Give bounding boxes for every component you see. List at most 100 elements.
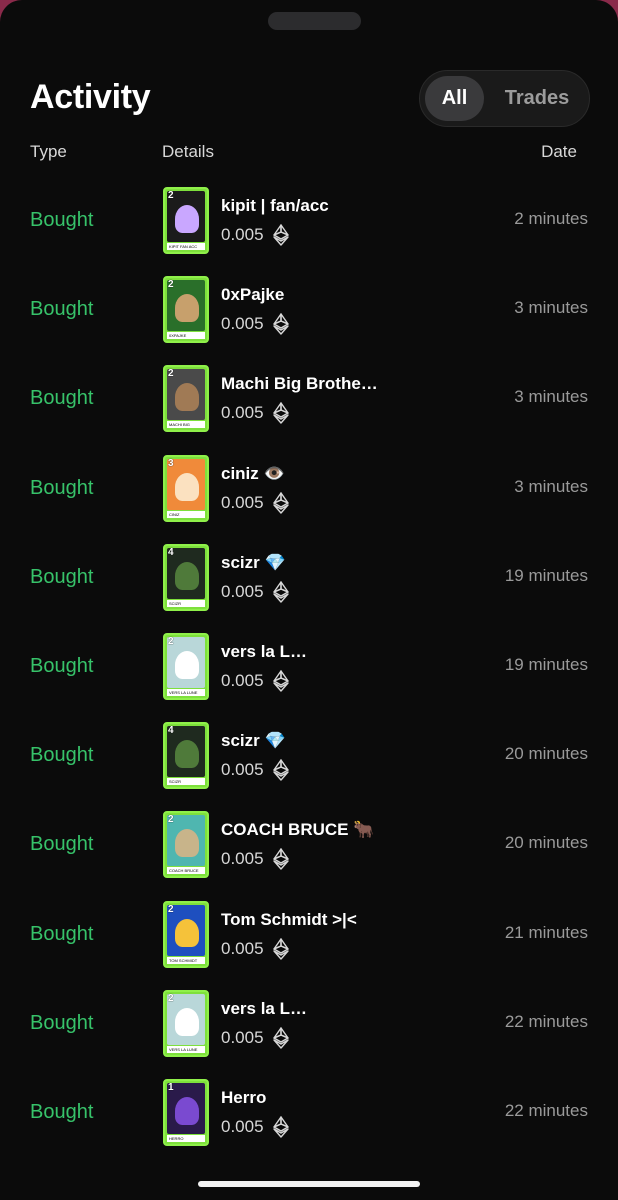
activity-date: 21 minutes: [504, 922, 588, 942]
column-header-date: Date: [541, 142, 577, 161]
card-level: 1: [168, 1081, 174, 1093]
ethereum-icon: [272, 224, 289, 246]
user-name[interactable]: vers la L…: [221, 642, 307, 662]
avatar-card[interactable]: 2 COACH BRUCE: [163, 811, 209, 879]
home-indicator[interactable]: [198, 1181, 420, 1187]
card-level: 2: [168, 190, 174, 201]
page-title: Activity: [30, 78, 151, 116]
avatar-figure: [175, 1096, 199, 1125]
user-name[interactable]: 0xPajke: [221, 285, 284, 305]
card-level: 2: [168, 635, 174, 647]
activity-row[interactable]: Bought 2 VERS LA LUNE vers la L… 0.005 2…: [0, 983, 618, 1072]
avatar-figure: [175, 918, 199, 947]
card-level: 2: [168, 903, 174, 915]
activity-sheet: Activity All Trades Type Details Date Bo…: [0, 0, 618, 1200]
price: 0.005: [221, 402, 290, 425]
ethereum-icon: [272, 670, 289, 692]
avatar-card[interactable]: 3 CINIZ: [163, 454, 209, 522]
activity-type: Bought: [30, 565, 94, 588]
card-label: MACHI BIG BROTHER: [167, 421, 205, 429]
activity-date: 19 minutes: [504, 565, 588, 585]
avatar-figure: [175, 205, 199, 233]
price-value: 0.005: [221, 492, 264, 512]
avatar-card[interactable]: 2 VERS LA LUNE: [163, 989, 209, 1057]
activity-row[interactable]: Bought 2 COACH BRUCE COACH BRUCE 🐂 0.005…: [0, 804, 618, 893]
price-value: 0.005: [221, 938, 264, 958]
user-name[interactable]: ciniz 👁️: [221, 464, 285, 484]
activity-date: 3 minutes: [514, 298, 588, 318]
filter-all-button[interactable]: All: [425, 76, 484, 121]
avatar-card[interactable]: 2 VERS LA LUNE: [163, 632, 209, 700]
activity-type: Bought: [30, 922, 94, 945]
activity-row[interactable]: Bought 1 HERRO Herro 0.005 22 minutes: [0, 1072, 618, 1161]
activity-type: Bought: [30, 1011, 94, 1034]
card-label: HERRO: [167, 1134, 205, 1142]
avatar-card[interactable]: 2 0XPAJKE: [163, 276, 209, 344]
activity-date: 2 minutes: [514, 209, 588, 228]
activity-row[interactable]: Bought 4 SCIZR scizr 💎 0.005 20 minutes: [0, 715, 618, 804]
price-value: 0.005: [221, 849, 264, 869]
avatar-card[interactable]: 2 KIPIT FAN ACC: [163, 187, 209, 254]
activity-row[interactable]: Bought 2 TOM SCHMIDT Tom Schmidt >|< 0.0…: [0, 894, 618, 983]
price: 0.005: [221, 581, 290, 603]
activity-type: Bought: [30, 654, 94, 677]
ethereum-icon: [272, 848, 289, 871]
user-name[interactable]: scizr 💎: [221, 553, 286, 573]
sheet-grabber[interactable]: [268, 12, 361, 30]
avatar-figure: [175, 740, 199, 769]
avatar-figure: [175, 294, 199, 323]
avatar-card[interactable]: 2 MACHI BIG BROTHER: [163, 365, 209, 433]
activity-type: Bought: [30, 298, 94, 321]
ethereum-icon: [272, 1026, 289, 1049]
price-value: 0.005: [221, 1116, 264, 1136]
card-label: TOM SCHMIDT: [167, 956, 205, 964]
user-name[interactable]: Tom Schmidt >|<: [221, 910, 357, 930]
avatar-figure: [175, 1007, 199, 1036]
user-name[interactable]: Herro: [221, 1088, 266, 1108]
card-level: 4: [168, 546, 174, 558]
activity-row[interactable]: Bought 2 KIPIT FAN ACC kipit | fan/acc 0…: [0, 180, 618, 269]
activity-date: 20 minutes: [504, 744, 588, 764]
price: 0.005: [221, 848, 290, 871]
activity-row[interactable]: Bought 3 CINIZ ciniz 👁️ 0.005 3 minutes: [0, 448, 618, 537]
price: 0.005: [221, 491, 290, 514]
activity-list: Bought 2 KIPIT FAN ACC kipit | fan/acc 0…: [0, 180, 618, 1161]
price-value: 0.005: [221, 403, 264, 423]
user-name[interactable]: Machi Big Brothe…: [221, 374, 378, 394]
price-value: 0.005: [221, 1027, 264, 1047]
card-level: 4: [168, 725, 174, 737]
price-value: 0.005: [221, 760, 264, 780]
avatar-figure: [175, 829, 199, 858]
filter-trades-button[interactable]: Trades: [492, 76, 582, 121]
price: 0.005: [221, 1026, 290, 1049]
activity-type: Bought: [30, 387, 94, 410]
user-name[interactable]: COACH BRUCE 🐂: [221, 820, 374, 840]
activity-row[interactable]: Bought 2 VERS LA LUNE vers la L… 0.005 1…: [0, 626, 618, 715]
avatar-card[interactable]: 1 HERRO: [163, 1078, 209, 1146]
activity-row[interactable]: Bought 4 SCIZR scizr 💎 0.005 19 minutes: [0, 537, 618, 626]
card-label: 0XPAJKE: [167, 332, 205, 340]
activity-date: 3 minutes: [514, 476, 588, 496]
ethereum-icon: [272, 491, 289, 514]
user-name[interactable]: vers la L…: [221, 999, 307, 1019]
card-level: 2: [168, 992, 174, 1004]
activity-type: Bought: [30, 1100, 94, 1123]
activity-row[interactable]: Bought 2 0XPAJKE 0xPajke 0.005 3 minutes: [0, 269, 618, 358]
avatar-card[interactable]: 4 SCIZR: [163, 543, 209, 611]
activity-type: Bought: [30, 833, 94, 856]
avatar-figure: [175, 383, 199, 412]
price: 0.005: [221, 759, 290, 781]
user-name[interactable]: scizr 💎: [221, 731, 286, 751]
activity-date: 22 minutes: [504, 1011, 588, 1031]
card-label: CINIZ: [167, 510, 205, 518]
avatar-figure: [175, 472, 199, 501]
activity-row[interactable]: Bought 2 MACHI BIG BROTHER Machi Big Bro…: [0, 358, 618, 447]
price: 0.005: [221, 670, 290, 692]
filter-segmented-control: All Trades: [419, 70, 590, 127]
avatar-card[interactable]: 4 SCIZR: [163, 722, 209, 790]
price: 0.005: [221, 224, 290, 246]
activity-type: Bought: [30, 209, 94, 231]
user-name[interactable]: kipit | fan/acc: [221, 196, 329, 216]
avatar-card[interactable]: 2 TOM SCHMIDT: [163, 900, 209, 968]
ethereum-icon: [272, 581, 289, 603]
